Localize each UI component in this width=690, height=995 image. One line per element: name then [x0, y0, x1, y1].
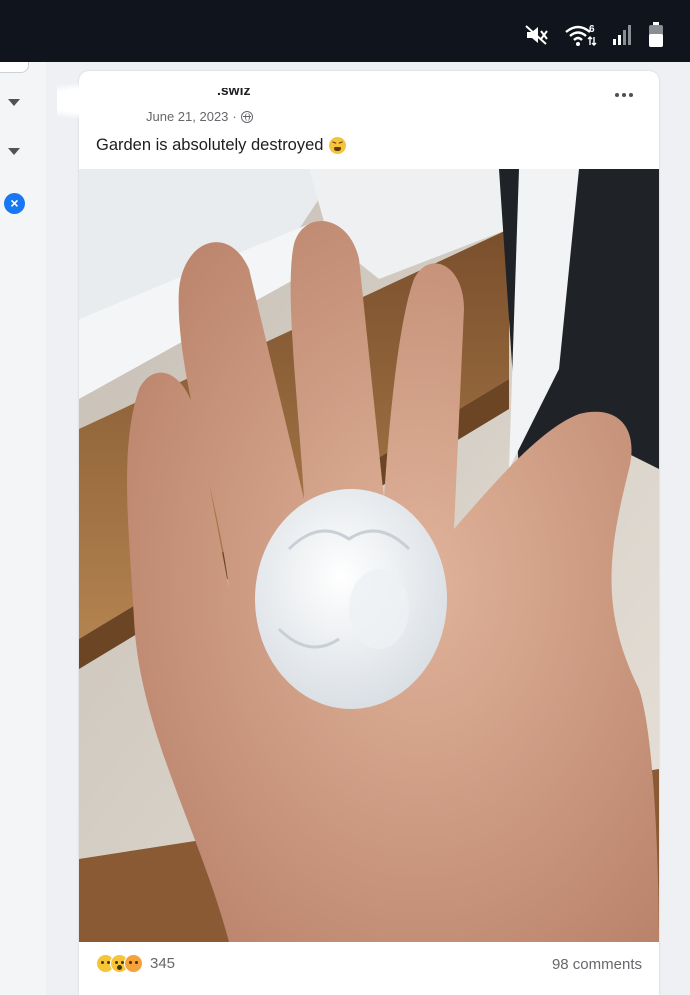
- dot-icon: [622, 93, 626, 97]
- reactions-summary[interactable]: 345: [96, 954, 175, 973]
- care-reaction-icon: [124, 954, 143, 973]
- chevron-down-icon[interactable]: [8, 99, 20, 106]
- svg-text:6: 6: [589, 24, 595, 35]
- dot-icon: [615, 93, 619, 97]
- mute-icon: [525, 25, 548, 45]
- sidebar-tab: [0, 62, 29, 73]
- comments-count[interactable]: 98 comments: [552, 956, 642, 973]
- status-icons: 6: [524, 22, 664, 48]
- hailstone-in-hand-image: [79, 169, 659, 942]
- close-icon[interactable]: ×: [4, 193, 25, 214]
- post-photo[interactable]: [79, 169, 659, 942]
- tired-face-emoji-icon: [329, 137, 347, 154]
- post-meta: June 21, 2023 ·: [146, 109, 253, 124]
- battery-icon: [649, 22, 663, 47]
- author-name[interactable]: .swiz: [217, 88, 250, 98]
- reaction-count[interactable]: 345: [150, 955, 175, 972]
- post-text-content: Garden is absolutely destroyed: [96, 136, 324, 154]
- chevron-down-icon[interactable]: [8, 148, 20, 155]
- globe-icon: [240, 110, 253, 123]
- wifi-6-icon: 6: [565, 24, 597, 46]
- post-date[interactable]: June 21, 2023: [146, 109, 228, 124]
- dot-icon: [629, 93, 633, 97]
- status-bar: 6: [0, 0, 690, 62]
- post-card: .swiz June 21, 2023 · Garden is absolute…: [57, 71, 659, 995]
- post-text: Garden is absolutely destroyed: [96, 136, 347, 155]
- meta-separator: ·: [232, 109, 237, 124]
- more-options-button[interactable]: [615, 93, 633, 97]
- signal-icon: [613, 25, 631, 45]
